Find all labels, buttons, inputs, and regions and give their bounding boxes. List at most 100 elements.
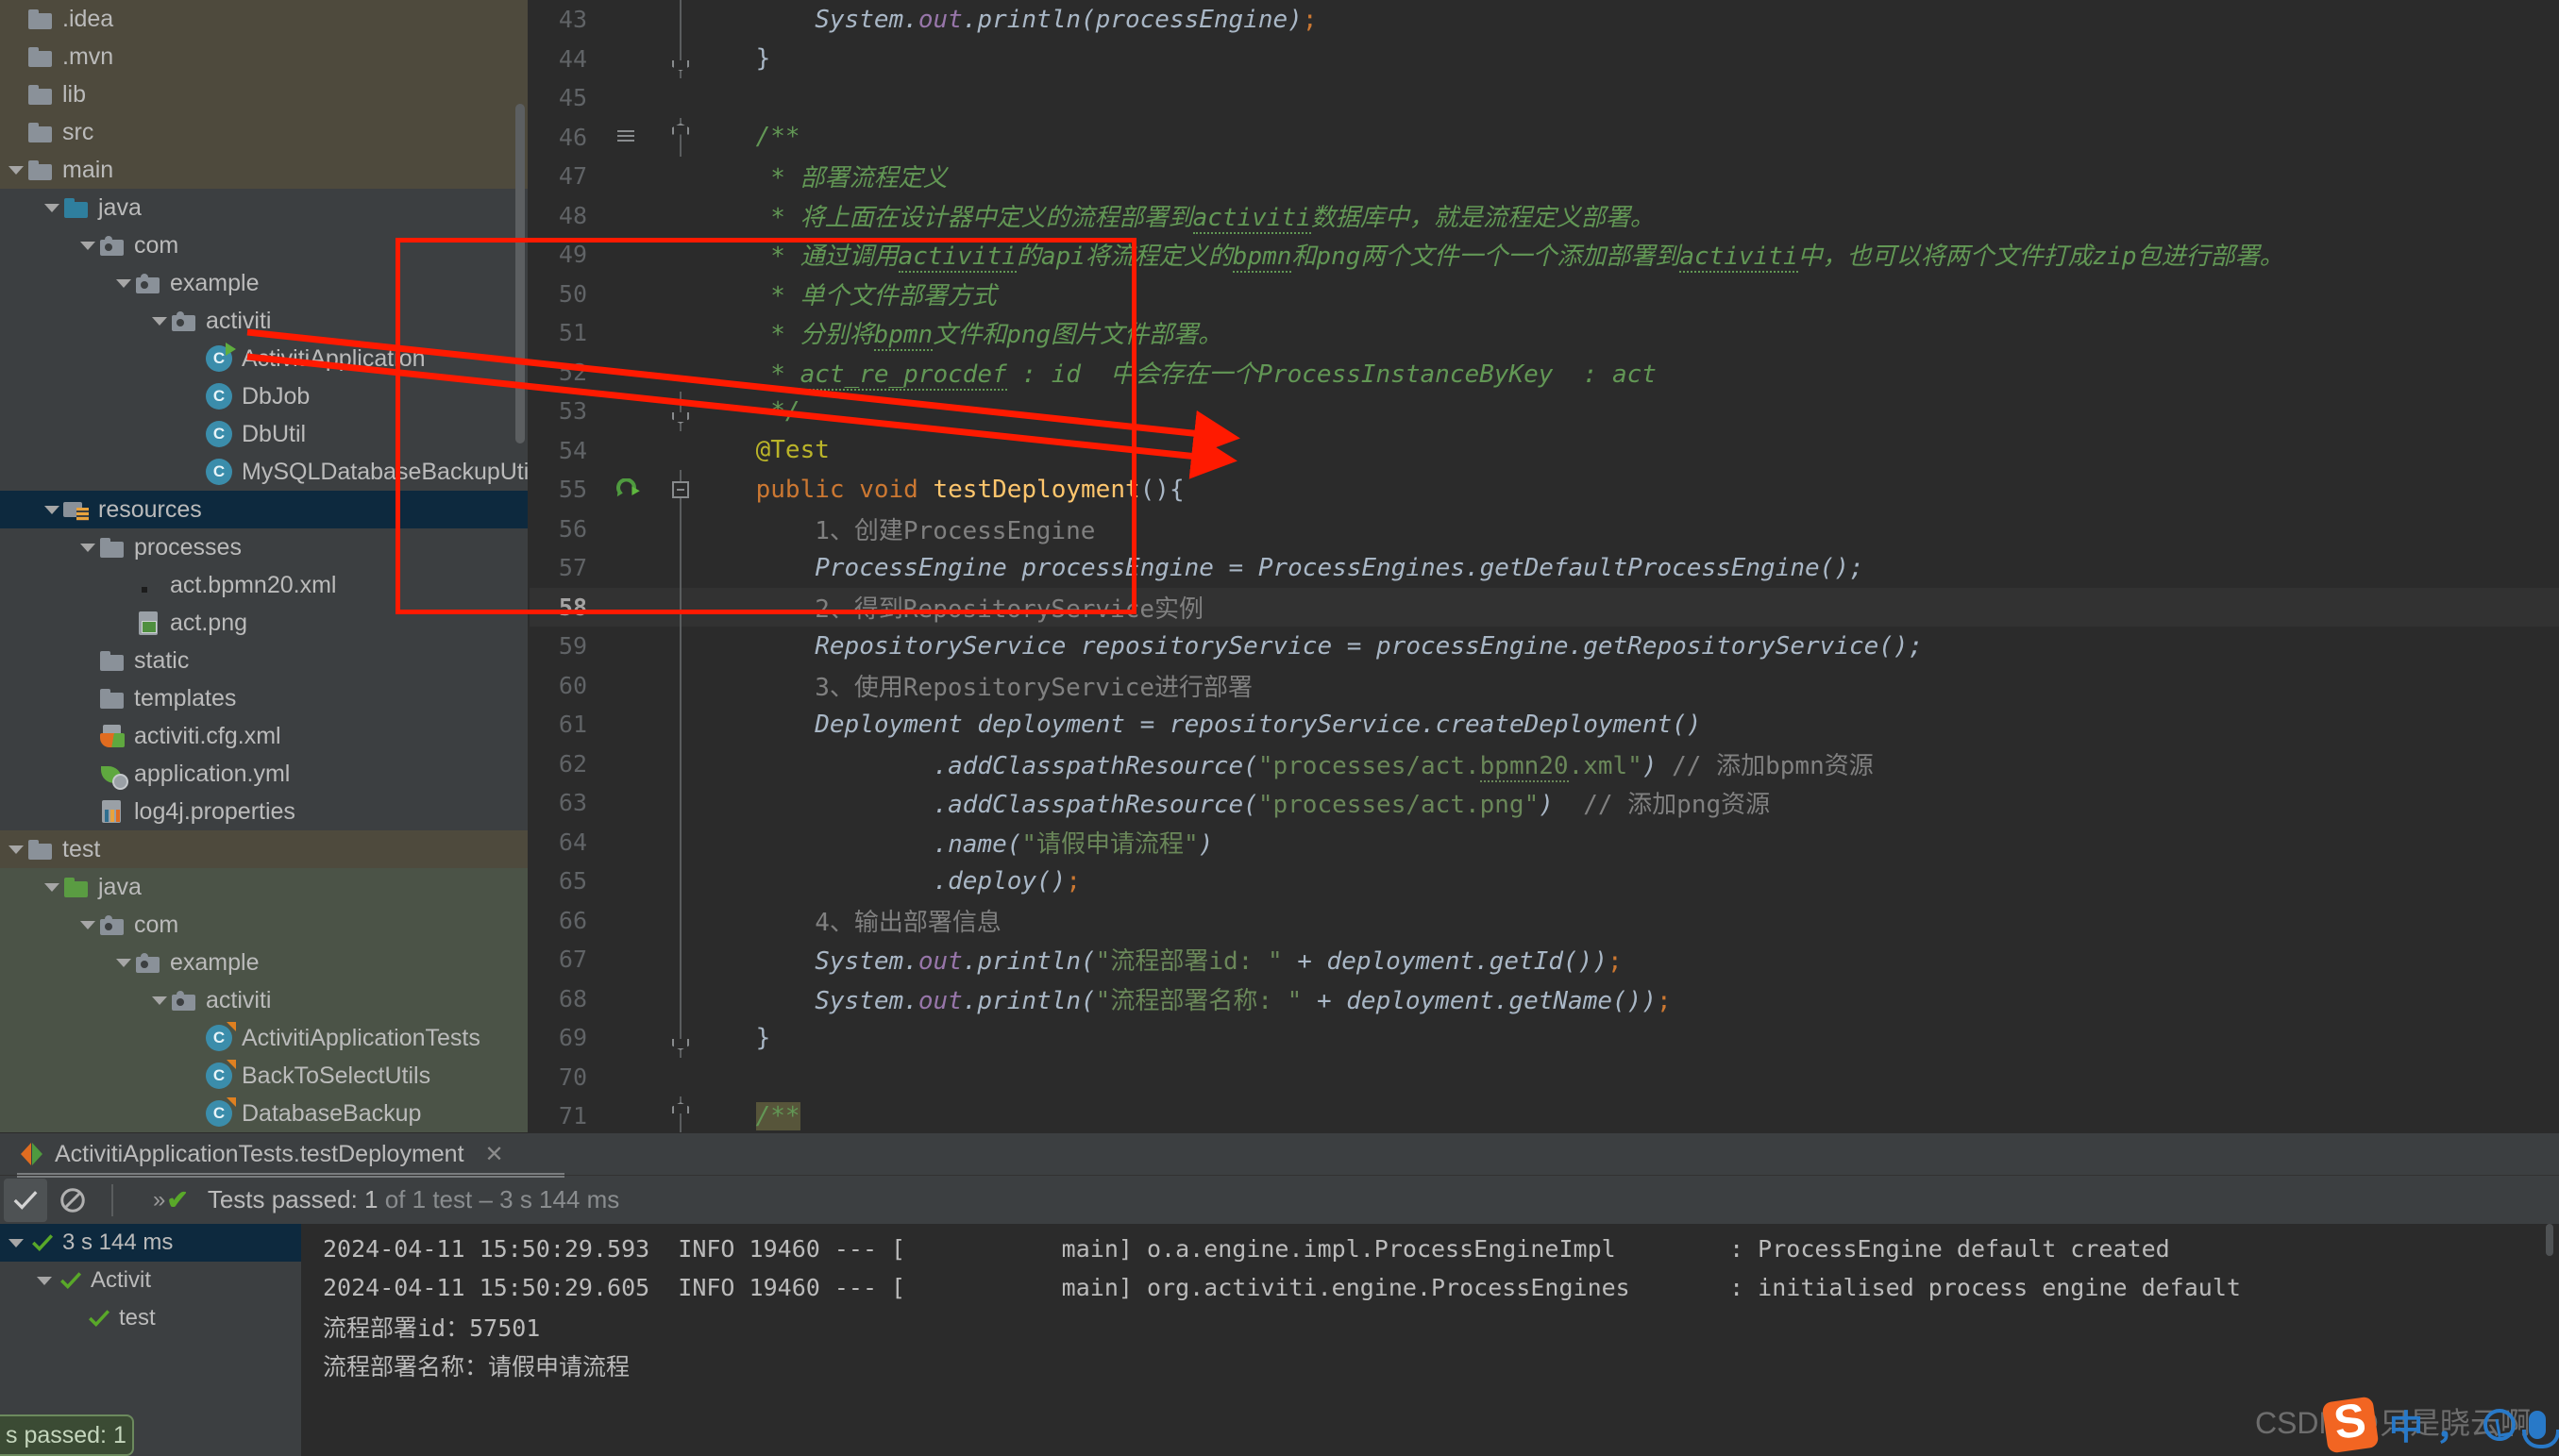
editor-gutter[interactable] [600, 588, 668, 628]
chevron-down-icon[interactable] [77, 226, 98, 264]
editor-gutter[interactable] [600, 940, 668, 979]
fold-column[interactable] [668, 587, 693, 627]
fold-column[interactable] [668, 548, 693, 588]
project-tree[interactable]: .idea .mvn lib src main java com example activit… [0, 0, 529, 1132]
editor-gutter[interactable] [600, 666, 668, 706]
fold-column[interactable] [668, 157, 693, 196]
editor-gutter[interactable] [600, 431, 668, 471]
fold-end-icon[interactable] [672, 59, 689, 72]
project-tool-window[interactable]: .idea .mvn lib src main java com example activit… [0, 0, 529, 1132]
code-line[interactable]: 58 2、得到RepositoryService实例 [530, 587, 2559, 628]
tree-item-src[interactable]: src [0, 113, 529, 151]
tree-item-activiti[interactable]: activiti [0, 981, 529, 1019]
tree-item-activitiapplication[interactable]: ActivitiApplication [0, 340, 529, 377]
tree-item-backtoselectutils[interactable]: BackToSelectUtils [0, 1057, 529, 1095]
chevron-down-icon[interactable] [2, 1238, 30, 1247]
tree-item-activiti[interactable]: activiti [0, 302, 529, 340]
tree-item-application-yml[interactable]: application.yml [0, 755, 529, 793]
code-line[interactable]: 46 /** [530, 117, 2559, 158]
chevron-down-icon[interactable] [113, 944, 134, 981]
editor-gutter[interactable] [600, 157, 668, 196]
code-line[interactable]: 68 System.out.println("流程部署名称: " + deplo… [530, 979, 2559, 1018]
tree-item--idea[interactable]: .idea [0, 0, 529, 38]
tree-item-com[interactable]: com [0, 226, 529, 264]
tree-item-java[interactable]: java [0, 189, 529, 226]
code-line[interactable]: 62 .addClasspathResource("processes/act.… [530, 744, 2559, 783]
fold-start-icon[interactable] [672, 1102, 689, 1113]
tree-item-static[interactable]: static [0, 642, 529, 679]
editor-gutter[interactable] [600, 627, 668, 666]
code-line[interactable]: 49 * 通过调用activiti的api将流程定义的bpmn和png两个文件一… [530, 235, 2559, 275]
tree-item-act-bpmn20-xml[interactable]: act.bpmn20.xml [0, 566, 529, 604]
fold-column[interactable] [668, 940, 693, 979]
editor-gutter[interactable] [600, 1096, 668, 1132]
code-line[interactable]: 44 } [530, 39, 2559, 79]
tree-item-databasebackup[interactable]: DatabaseBackup [0, 1095, 529, 1132]
code-line[interactable]: 57 ProcessEngine processEngine = Process… [530, 548, 2559, 588]
microphone-icon[interactable] [2522, 1411, 2559, 1448]
chevron-down-icon[interactable] [113, 264, 134, 302]
fold-start-icon[interactable] [672, 123, 689, 135]
code-editor[interactable]: 43 System.out.println(processEngine); 44 … [530, 0, 2559, 1132]
editor-gutter[interactable] [600, 78, 668, 118]
code-line[interactable]: 60 3、使用RepositoryService进行部署 [530, 665, 2559, 706]
editor-gutter[interactable] [600, 235, 668, 275]
test-tree-row[interactable]: 3 s 144 ms [0, 1224, 301, 1262]
code-line[interactable]: 66 4、输出部署信息 [530, 900, 2559, 940]
chevron-down-icon[interactable] [6, 151, 26, 189]
tree-item-mysqldatabasebackuputi[interactable]: MySQLDatabaseBackupUti [0, 453, 529, 491]
fold-column[interactable] [668, 1018, 693, 1058]
fold-column[interactable] [668, 1096, 693, 1132]
project-scrollbar[interactable] [515, 104, 525, 443]
code-line[interactable]: 59 RepositoryService repositoryService =… [530, 627, 2559, 666]
code-line[interactable]: 50 * 单个文件部署方式 [530, 275, 2559, 314]
editor-gutter[interactable] [600, 705, 668, 745]
test-tree-row[interactable]: Activit [0, 1262, 301, 1299]
hide-ignored-toggle[interactable] [51, 1179, 94, 1222]
chevron-down-icon[interactable] [77, 528, 98, 566]
fold-column[interactable] [668, 627, 693, 666]
editor-gutter[interactable] [600, 510, 668, 549]
editor-gutter[interactable] [600, 0, 668, 40]
code-line[interactable]: 67 System.out.println("流程部署id: " + deplo… [530, 940, 2559, 979]
chevron-down-icon[interactable] [30, 1276, 59, 1285]
fold-column[interactable] [668, 196, 693, 236]
chevron-down-icon[interactable] [42, 189, 62, 226]
run-tab-bar[interactable]: ActivitiApplicationTests.testDeployment … [0, 1133, 2559, 1178]
fold-column[interactable] [668, 470, 693, 510]
fold-column[interactable] [668, 705, 693, 745]
console-output[interactable]: 2024-04-11 15:50:29.593 INFO 19460 --- [… [302, 1224, 2559, 1456]
editor-gutter[interactable] [600, 40, 668, 79]
fold-column[interactable] [668, 822, 693, 862]
fold-column[interactable] [668, 235, 693, 275]
fold-column[interactable] [668, 979, 693, 1018]
code-lines[interactable]: 43 System.out.println(processEngine); 44 … [530, 0, 2559, 1132]
editor-gutter[interactable] [600, 548, 668, 588]
fold-column[interactable] [668, 275, 693, 314]
code-line[interactable]: 61 Deployment deployment = repositorySer… [530, 705, 2559, 745]
tree-item-processes[interactable]: processes [0, 528, 529, 566]
chinese-mode-icon[interactable]: 中 [2389, 1400, 2423, 1449]
tree-item--mvn[interactable]: .mvn [0, 38, 529, 75]
fold-column[interactable] [668, 509, 693, 548]
console-scrollbar[interactable] [2546, 1224, 2553, 1256]
editor-gutter[interactable] [600, 196, 668, 236]
code-line[interactable]: 63 .addClasspathResource("processes/act.… [530, 783, 2559, 823]
fold-column[interactable] [668, 117, 693, 157]
fold-column[interactable] [668, 0, 693, 40]
code-line[interactable]: 51 * 分别将bpmn文件和png图片文件部署。 [530, 313, 2559, 353]
editor-gutter[interactable] [600, 470, 668, 510]
fold-column[interactable] [668, 665, 693, 705]
fold-column[interactable] [668, 783, 693, 823]
code-line[interactable]: 55 public void testDeployment(){ [530, 470, 2559, 510]
chevron-down-icon[interactable] [77, 906, 98, 944]
editor-gutter[interactable] [600, 118, 668, 158]
fold-column[interactable] [668, 1058, 693, 1097]
editor-gutter[interactable] [600, 392, 668, 431]
notification-toast[interactable]: s passed: 1 [0, 1414, 134, 1456]
ime-indicator[interactable]: 中 ， [2321, 1396, 2559, 1454]
tree-item-test[interactable]: test [0, 830, 529, 868]
tree-item-activitiapplicationtests[interactable]: ActivitiApplicationTests [0, 1019, 529, 1057]
code-line[interactable]: 65 .deploy(); [530, 862, 2559, 901]
tree-item-example[interactable]: example [0, 944, 529, 981]
